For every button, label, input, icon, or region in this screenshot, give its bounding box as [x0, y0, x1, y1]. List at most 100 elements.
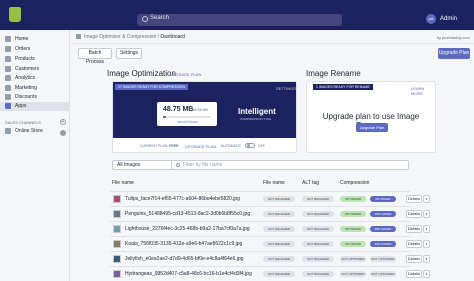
automatic-label: AUTOMATIC [221, 144, 242, 148]
breadcrumb: Image Optimizer & Compression / Dashboar… [76, 34, 185, 40]
name-status-badge: NOT RENAMED [263, 271, 295, 277]
optimization-stats-panel: 17 IMAGES READY FOR COMPRESSION SETTINGS… [113, 82, 296, 138]
compression-status-badge: NOT OPTIMIZED [340, 256, 366, 262]
current-plan-label: CURRENT PLAN: [140, 144, 169, 148]
discount-icon [5, 94, 11, 100]
upgrade-plan-inline-link[interactable]: UPGRADE PLAN [185, 144, 216, 149]
chevron-down-icon[interactable]: ▾ [423, 225, 430, 233]
sidebar-item-products[interactable]: Products [0, 55, 70, 64]
avatar[interactable]: pA [426, 14, 436, 24]
top-bar: Search pA Admin [0, 0, 474, 30]
automatic-state: OFF [258, 144, 265, 148]
compression-type-value: Intelligent [238, 107, 276, 116]
image-optimization-title: Image Optimization [107, 69, 176, 78]
store-icon [5, 128, 11, 134]
column-header-name-status: File name [263, 180, 285, 186]
image-filter-select[interactable]: All Images [112, 160, 172, 170]
column-header-alt-tag: ALT tag [302, 180, 320, 186]
table-row[interactable]: Lighthouse_2276f4ec-3c25-468b-b9a2-17ba7… [110, 221, 430, 236]
sidebar-item-discounts[interactable]: Discounts [0, 93, 70, 102]
chevron-down-icon[interactable]: ▾ [423, 255, 430, 263]
sidebar-item-customers[interactable]: Customers [0, 65, 70, 74]
learn-more-link[interactable]: LEARN MORE [411, 86, 435, 96]
batch-process-button[interactable]: Batch Process [78, 48, 112, 65]
upgrade-plan-link[interactable]: UPGRADE PLAN [170, 72, 201, 77]
alt-status-badge: NOT RENAMED [302, 211, 334, 217]
file-name: Koala_756f035-3135-412e-a9e6-b47ae8622c1… [125, 241, 243, 247]
compression-status-badge: OPTIMIZED [340, 211, 366, 217]
add-sales-channel-icon[interactable]: + [60, 119, 66, 125]
chevron-down-icon[interactable]: ▾ [423, 195, 430, 203]
filename-filter-placeholder: Filter by file name [183, 162, 223, 168]
space-saved-caption: SPACE SAVED [177, 120, 198, 124]
bar-chart-icon [5, 75, 11, 81]
file-name: Hydrangeas_9952d407-c5a8-48c6-bc16-b1e4c… [125, 271, 252, 277]
compression-status-badge: OPTIMIZED [340, 226, 366, 232]
details-button[interactable]: Details [406, 255, 422, 263]
saved-badge: 39% SAVED [370, 211, 396, 217]
tag-icon [5, 56, 11, 62]
breadcrumb-app[interactable]: Image Optimizer & Compression [84, 34, 156, 40]
saved-badge: 48% SAVED [370, 226, 396, 232]
sidebar-item-label: Orders [15, 46, 31, 52]
space-total-value: / 795.65 MB [189, 108, 208, 112]
details-button[interactable]: Details [406, 195, 422, 203]
image-rename-title: Image Rename [306, 69, 361, 78]
settings-link[interactable]: SETTINGS [276, 86, 296, 91]
file-name: Penguins_51488495-cd13-4513-8ac2-3d0b6b8… [125, 211, 251, 217]
details-button[interactable]: Details [406, 270, 422, 278]
ready-for-rename-badge: 1 IMAGES READY FOR RENAME [313, 84, 373, 90]
sidebar-item-label: Apps [15, 103, 27, 109]
optimization-card: 17 IMAGES READY FOR COMPRESSION SETTINGS… [112, 81, 297, 153]
sidebar-item-label: Products [15, 56, 35, 62]
ready-for-compression-badge: 17 IMAGES READY FOR COMPRESSION [115, 84, 189, 90]
table-row[interactable]: Hydrangeas_9952d407-c5a8-48c6-bc16-b1e4c… [110, 266, 430, 281]
image-thumbnail [113, 255, 121, 263]
sidebar-item-label: Analytics [15, 75, 36, 81]
automatic-toggle[interactable] [245, 143, 255, 148]
alt-status-badge: NOT RENAMED [302, 196, 334, 202]
filename-filter-input[interactable]: Filter by file name [172, 160, 409, 170]
details-button[interactable]: Details [406, 225, 422, 233]
name-status-badge: NOT RENAMED [263, 256, 295, 262]
sidebar-item-label: Online Store [15, 128, 43, 134]
sidebar-item-analytics[interactable]: Analytics [0, 74, 70, 83]
rename-upgrade-button[interactable]: Upgrade Plan [356, 123, 388, 132]
upgrade-plan-button[interactable]: Upgrade Plan [438, 48, 470, 59]
chevron-down-icon[interactable]: ▾ [423, 240, 430, 248]
alt-status-badge: NOT RENAMED [302, 226, 334, 232]
image-thumbnail [113, 270, 121, 278]
breadcrumb-separator: / [157, 34, 160, 40]
view-store-eye-icon[interactable] [60, 130, 66, 136]
sidebar-item-label: Customers [15, 66, 40, 72]
admin-label[interactable]: Admin [440, 16, 457, 22]
table-row[interactable]: Jellyfish_e0ea2ae2-d7d9-4d65-bf0e-e4c8a4… [110, 251, 430, 266]
sidebar-item-label: Discounts [15, 94, 37, 100]
shopify-logo-icon[interactable] [9, 7, 21, 22]
sidebar-item-apps[interactable]: Apps [0, 102, 70, 111]
sidebar-item-orders[interactable]: Orders [0, 45, 70, 54]
name-status-badge: NOT RENAMED [263, 196, 295, 202]
image-thumbnail [113, 225, 121, 233]
sidebar-item-marketing[interactable]: Marketing [0, 84, 70, 93]
megaphone-icon [5, 85, 11, 91]
powered-by-link[interactable]: by pushdaddy.com [437, 35, 470, 40]
table-row[interactable]: Tulips_face7f14-ef65-477c-a604-86be4ebe5… [110, 191, 430, 206]
chevron-down-icon[interactable]: ▾ [423, 270, 430, 278]
table-row[interactable]: Penguins_51488495-cd13-4513-8ac2-3d0b6b8… [110, 206, 430, 221]
sales-channels-heading: SALES CHANNELS [5, 120, 41, 125]
details-button[interactable]: Details [406, 240, 422, 248]
compression-status-badge: NOT OPTIMIZED [340, 271, 366, 277]
table-row[interactable]: Koala_756f035-3135-412e-a9e6-b47ae8622c1… [110, 236, 430, 251]
breadcrumb-page: Dashboard [160, 34, 185, 40]
details-button[interactable]: Details [406, 210, 422, 218]
chevron-down-icon[interactable]: ▾ [423, 210, 430, 218]
sidebar-item-label: Marketing [15, 85, 37, 91]
search-icon [176, 163, 180, 167]
search-bar[interactable]: Search [137, 14, 342, 26]
settings-button[interactable]: Settings [116, 48, 142, 59]
sidebar-item-home[interactable]: Home [0, 35, 70, 44]
sidebar: Home Orders Products Customers Analytics… [0, 30, 70, 281]
compression-status-badge: OPTIMIZED [340, 241, 366, 247]
saved-badge: 0% SAVED [370, 196, 396, 202]
